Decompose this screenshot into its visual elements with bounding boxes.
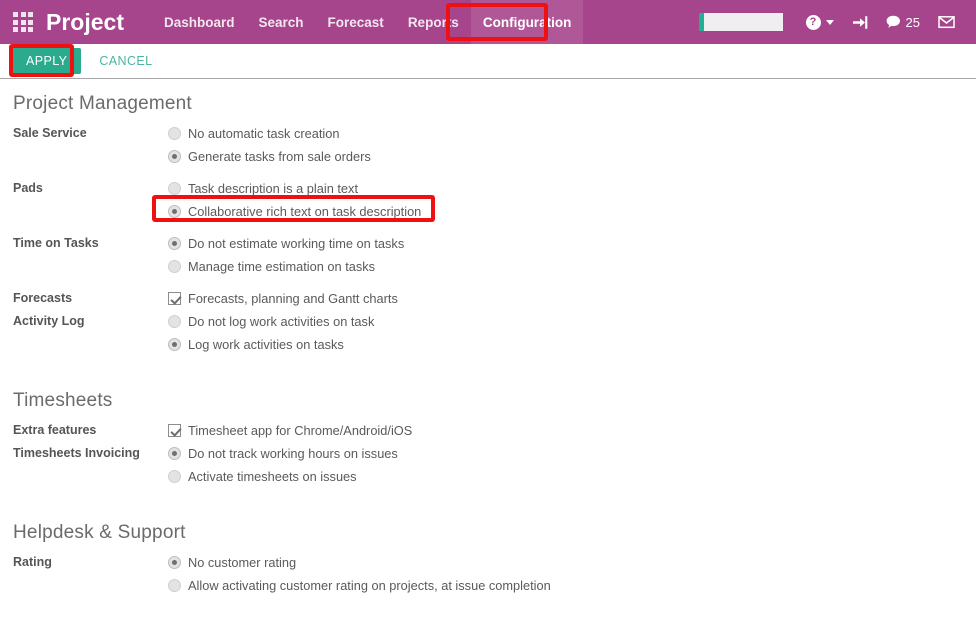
apps-grid-icon — [13, 12, 33, 32]
checkbox-option[interactable]: Timesheet app for Chrome/Android/iOS — [168, 419, 976, 442]
radio-option[interactable]: No customer rating — [168, 551, 976, 574]
settings-row: Time on Tasks Do not estimate working tim… — [13, 232, 976, 278]
brand-title[interactable]: Project — [46, 0, 124, 44]
messages-count: 25 — [905, 14, 920, 30]
radio-option[interactable]: Log work activities on tasks — [168, 333, 976, 356]
radio-button[interactable] — [168, 182, 181, 195]
cancel-button[interactable]: CANCEL — [99, 54, 152, 68]
radio-button[interactable] — [168, 447, 181, 460]
radio-button[interactable] — [168, 315, 181, 328]
help-menu-button[interactable]: ? — [797, 0, 843, 44]
radio-option[interactable]: Activate timesheets on issues — [168, 465, 976, 488]
settings-row-label: Timesheets Invoicing — [13, 446, 140, 460]
option-label: Allow activating customer rating on proj… — [188, 578, 551, 593]
mail-button[interactable] — [929, 0, 964, 44]
radio-button[interactable] — [168, 260, 181, 273]
nav-item-reports[interactable]: Reports — [396, 0, 471, 44]
checkbox[interactable] — [168, 292, 181, 305]
settings-row-label: Sale Service — [13, 126, 87, 140]
option-label: Log work activities on tasks — [188, 337, 344, 352]
radio-option[interactable]: Generate tasks from sale orders — [168, 145, 976, 168]
radio-option[interactable]: No automatic task creation — [168, 122, 976, 145]
settings-row: Extra features Timesheet app for Chrome/A… — [13, 419, 976, 442]
settings-row: Rating No customer rating Allow activating… — [13, 551, 976, 597]
option-label: Collaborative rich text on task descript… — [188, 204, 422, 219]
settings-options: Do not track working hours on issues Acti… — [168, 442, 976, 488]
radio-option[interactable]: Do not track working hours on issues — [168, 442, 976, 465]
section-title: Helpdesk & Support — [13, 522, 186, 543]
radio-button[interactable] — [168, 237, 181, 250]
settings-options: Task description is a plain text Collabor… — [168, 177, 976, 223]
settings-options: Timesheet app for Chrome/Android/iOS — [168, 419, 976, 442]
option-label: Activate timesheets on issues — [188, 469, 357, 484]
messages-button[interactable]: 25 — [877, 0, 929, 44]
radio-button[interactable] — [168, 150, 181, 163]
settings-row-label: Pads — [13, 181, 43, 195]
settings-options: No customer rating Allow activating custo… — [168, 551, 976, 597]
section-title: Timesheets — [13, 390, 113, 411]
settings-options: Do not estimate working time on tasks Man… — [168, 232, 976, 278]
apply-button[interactable]: APPLY — [12, 48, 82, 74]
option-label: Do not track working hours on issues — [188, 446, 398, 461]
radio-button[interactable] — [168, 338, 181, 351]
section-title: Project Management — [13, 93, 192, 114]
settings-row-label: Forecasts — [13, 291, 73, 305]
settings-row: Forecasts Forecasts, planning and Gantt c… — [13, 287, 976, 310]
apps-menu-button[interactable] — [0, 0, 46, 44]
radio-option[interactable]: Manage time estimation on tasks — [168, 255, 976, 278]
speech-bubble-icon — [886, 15, 900, 28]
radio-button[interactable] — [168, 579, 181, 592]
option-label: No customer rating — [188, 555, 297, 570]
envelope-icon — [938, 16, 955, 29]
radio-option[interactable]: Collaborative rich text on task descript… — [168, 200, 976, 223]
option-label: Do not estimate working time on tasks — [188, 236, 405, 251]
settings-options: Do not log work activities on task Log wo… — [168, 310, 976, 356]
settings-row: Activity Log Do not log work activities o… — [13, 310, 976, 356]
search-input[interactable] — [698, 13, 783, 31]
checkbox[interactable] — [168, 424, 181, 437]
radio-option[interactable]: Do not log work activities on task — [168, 310, 976, 333]
radio-button[interactable] — [168, 127, 181, 140]
navbar-right-tools: ? 25 — [698, 0, 976, 44]
settings-row-label: Activity Log — [13, 314, 85, 328]
option-label: Forecasts, planning and Gantt charts — [188, 291, 398, 306]
option-label: No automatic task creation — [188, 126, 340, 141]
option-label: Do not log work activities on task — [188, 314, 375, 329]
question-mark-icon: ? — [805, 14, 821, 30]
radio-option[interactable]: Task description is a plain text — [168, 177, 976, 200]
settings-options: No automatic task creation Generate tasks… — [168, 122, 976, 168]
radio-button[interactable] — [168, 470, 181, 483]
nav-item-forecast[interactable]: Forecast — [316, 0, 396, 44]
settings-options: Forecasts, planning and Gantt charts — [168, 287, 976, 310]
top-navbar: Project Dashboard Search Forecast Report… — [0, 0, 976, 44]
settings-row: Timesheets Invoicing Do not track working… — [13, 442, 976, 488]
chevron-down-icon — [825, 19, 834, 25]
nav-item-dashboard[interactable]: Dashboard — [152, 0, 247, 44]
sign-in-arrow-icon — [852, 15, 867, 29]
option-label: Timesheet app for Chrome/Android/iOS — [188, 423, 413, 438]
settings-row-label: Extra features — [13, 423, 97, 437]
radio-button[interactable] — [168, 556, 181, 569]
radio-option[interactable]: Allow activating customer rating on proj… — [168, 574, 976, 597]
sign-in-button[interactable] — [843, 0, 877, 44]
checkbox-option[interactable]: Forecasts, planning and Gantt charts — [168, 287, 976, 310]
option-label: Generate tasks from sale orders — [188, 149, 371, 164]
settings-content: Project Management Sale Service No automat… — [0, 79, 976, 597]
action-toolbar: APPLY CANCEL — [0, 44, 976, 79]
option-label: Task description is a plain text — [188, 181, 358, 196]
radio-option[interactable]: Do not estimate working time on tasks — [168, 232, 976, 255]
settings-row-label: Rating — [13, 555, 52, 569]
settings-row: Sale Service No automatic task creation Ge… — [13, 122, 976, 168]
settings-row: Pads Task description is a plain text Coll… — [13, 177, 976, 223]
option-label: Manage time estimation on tasks — [188, 259, 376, 274]
radio-button[interactable] — [168, 205, 181, 218]
nav-item-search[interactable]: Search — [247, 0, 316, 44]
main-nav-menu: Dashboard Search Forecast Reports Config… — [152, 0, 584, 44]
settings-row-label: Time on Tasks — [13, 236, 99, 250]
nav-item-configuration[interactable]: Configuration — [470, 0, 584, 44]
